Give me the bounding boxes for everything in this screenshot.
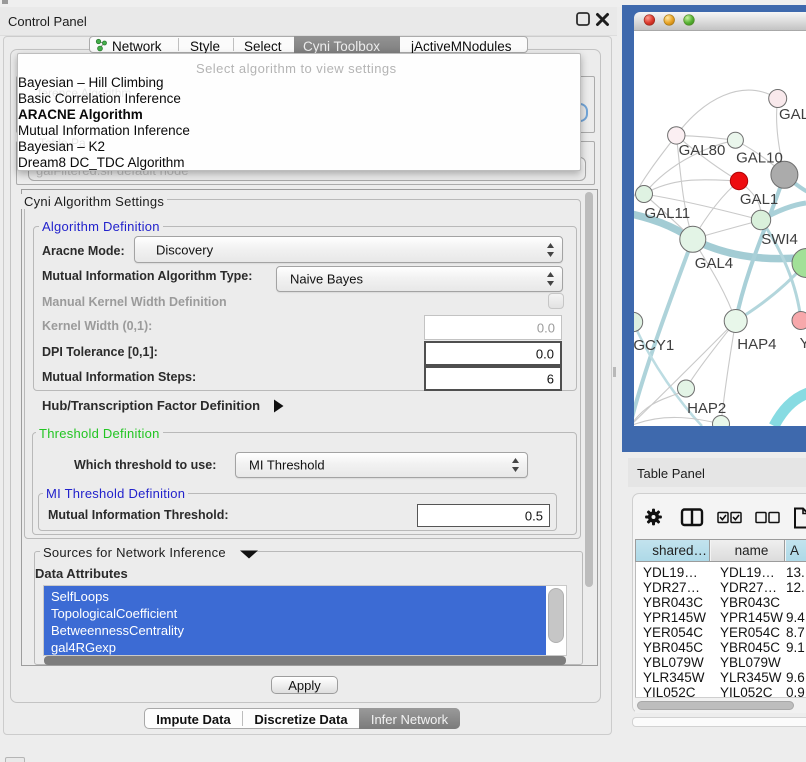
svg-text:Y: Y [800,335,806,352]
svg-text:GCY1: GCY1 [633,337,674,354]
svg-text:GAL1: GAL1 [740,191,778,208]
svg-text:GAL11: GAL11 [645,205,691,222]
svg-text:GAL7: GAL7 [779,106,806,123]
svg-text:HAP4: HAP4 [737,336,776,353]
svg-text:HAP2: HAP2 [687,400,726,417]
svg-text:SWI4: SWI4 [761,231,798,248]
svg-text:GAL10: GAL10 [736,149,783,166]
svg-text:GAL4: GAL4 [695,255,733,272]
svg-text:GAL80: GAL80 [679,142,726,159]
